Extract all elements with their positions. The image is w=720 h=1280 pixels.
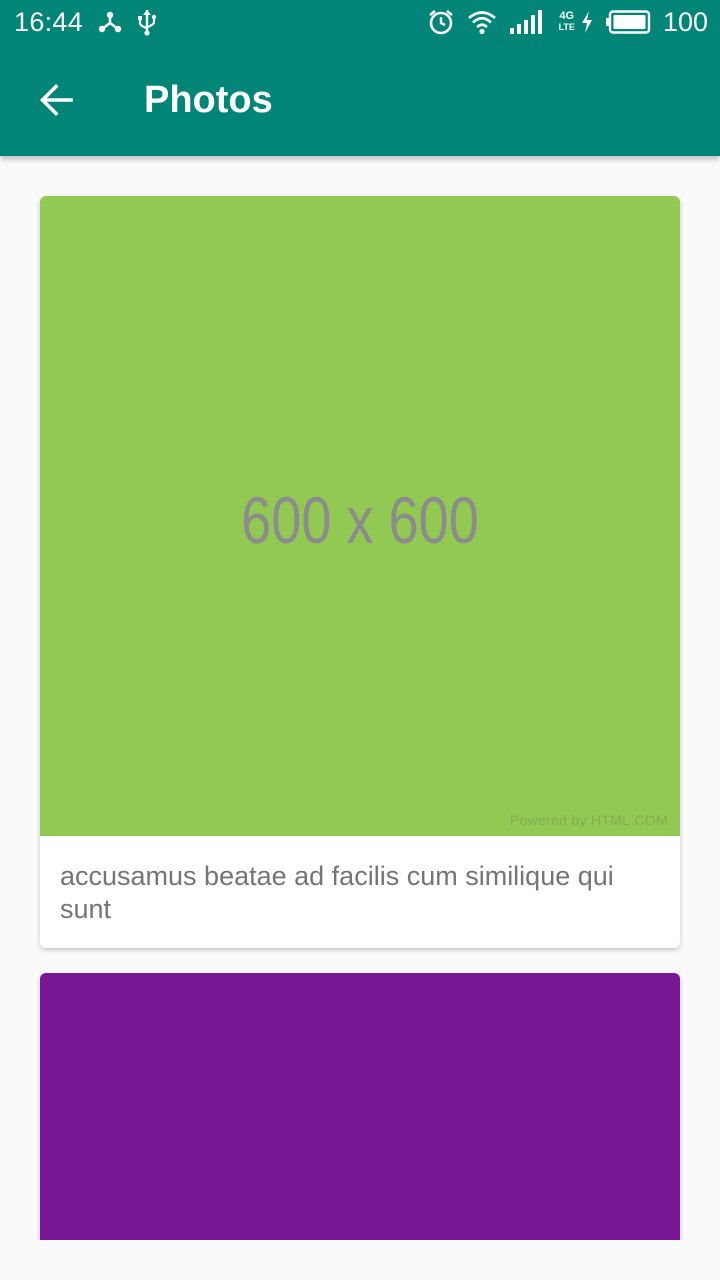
charging-icon — [581, 11, 593, 33]
network-label-top: 4G — [559, 10, 575, 22]
status-time: 16:44 — [14, 6, 84, 37]
battery-percent: 100 — [662, 6, 708, 37]
photo-watermark: Powered by HTML.COM — [509, 812, 668, 828]
arrow-left-icon — [38, 82, 74, 118]
status-bar: 16:44 4G LTE 100 — [0, 0, 720, 44]
alarm-icon — [427, 8, 455, 36]
page-title: Photos — [144, 78, 273, 121]
network-type-label: 4G LTE — [559, 11, 575, 33]
photo-card[interactable] — [40, 973, 680, 1240]
network-label-bottom: LTE — [558, 22, 575, 32]
photo-title: accusamus beatae ad facilis cum similiqu… — [60, 861, 614, 924]
wifi-icon — [467, 9, 497, 35]
app-bar: Photos — [0, 44, 720, 156]
share-node-icon — [97, 9, 123, 35]
photo-card[interactable]: 600 x 600 Powered by HTML.COM accusamus … — [40, 196, 680, 948]
battery-icon — [605, 10, 651, 34]
photo-placeholder-text: 600 x 600 — [241, 483, 479, 557]
signal-icon — [509, 10, 547, 34]
photo-list[interactable]: 600 x 600 Powered by HTML.COM accusamus … — [0, 156, 720, 1240]
photo-thumbnail — [40, 973, 680, 1240]
usb-icon — [137, 8, 157, 36]
photo-thumbnail: 600 x 600 Powered by HTML.COM — [40, 196, 680, 836]
back-button[interactable] — [0, 44, 112, 156]
